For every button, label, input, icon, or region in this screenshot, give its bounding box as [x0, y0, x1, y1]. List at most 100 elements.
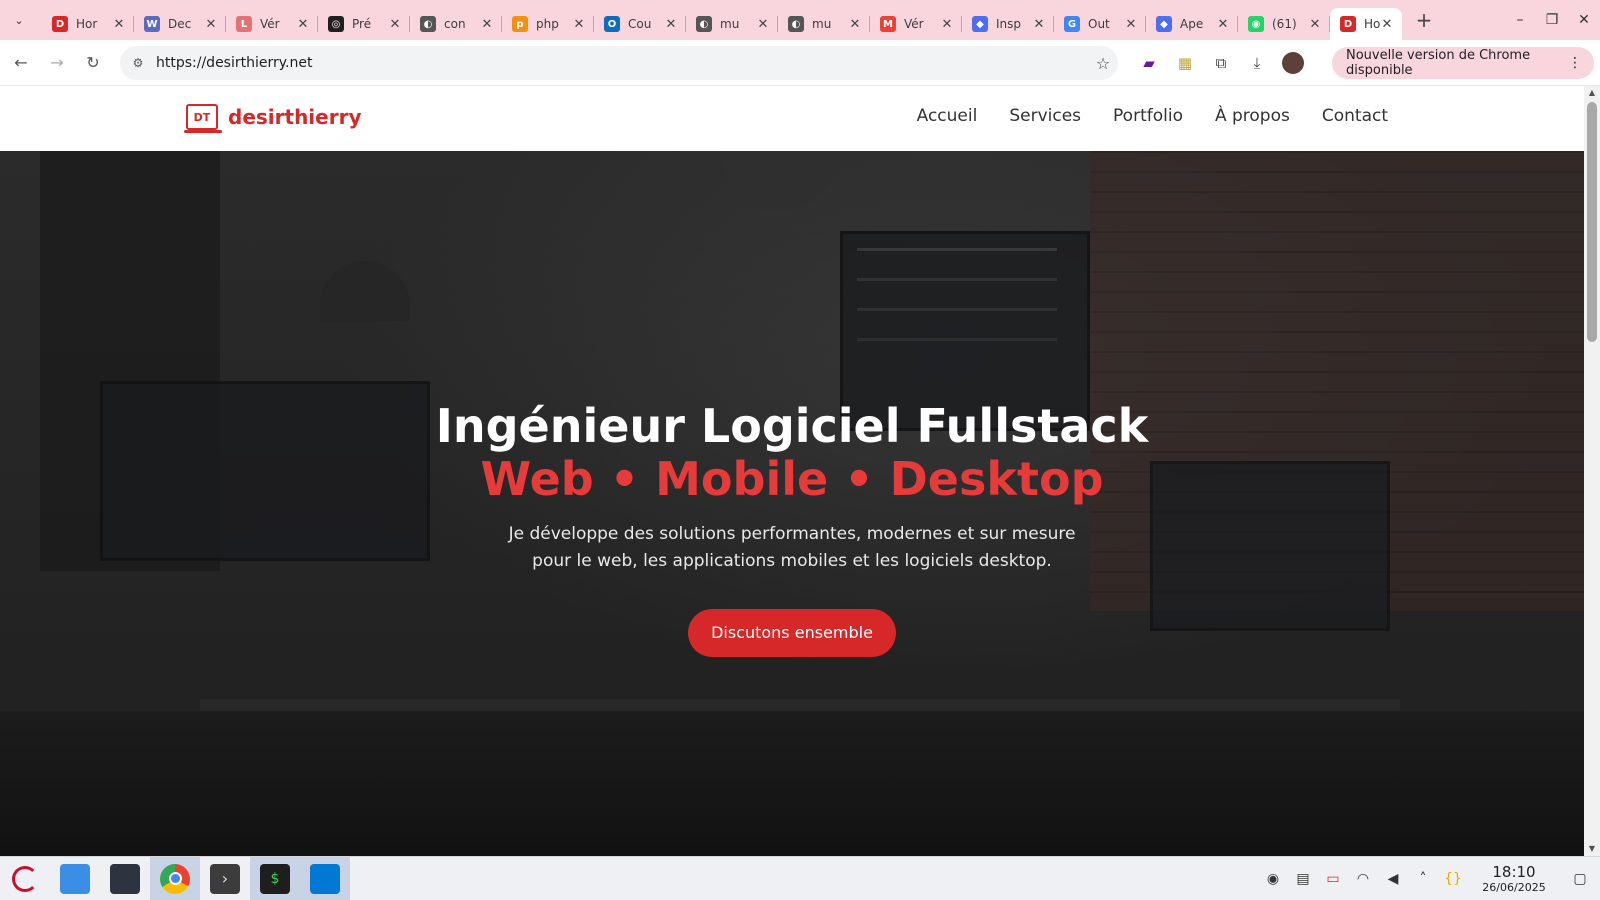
site-settings-icon[interactable]: ⚙	[126, 51, 150, 75]
tab-title: Dec	[168, 17, 192, 31]
browser-tab[interactable]: G Out ✕	[1054, 8, 1146, 40]
nav-link[interactable]: Services	[1009, 106, 1081, 126]
tab-close-icon[interactable]: ✕	[664, 17, 678, 32]
tray-expand-icon[interactable]: ˄	[1408, 871, 1438, 887]
tab-title: Hor	[1364, 17, 1380, 31]
clock[interactable]: 18:10 26/06/2025	[1468, 863, 1560, 895]
scroll-up-arrow-icon[interactable]: ▲	[1584, 86, 1600, 100]
tab-close-icon[interactable]: ✕	[1124, 17, 1138, 32]
terminal-dollar-icon[interactable]: $	[250, 856, 300, 900]
tab-list: D Hor ✕ W Dec ✕ L Vér ✕ ◎ Pré ✕ ◐ con ✕ p php ✕ O Cou ✕ ◐ mu ✕ ◐…	[42, 0, 1402, 40]
tab-close-icon[interactable]: ✕	[848, 17, 862, 32]
hero-bg-lamp	[320, 261, 410, 321]
braces-icon[interactable]: {}	[1438, 871, 1468, 887]
logo-mark-icon: DT	[184, 104, 222, 133]
hero-bg-lamp	[720, 151, 840, 211]
hero-description-line: pour le web, les applications mobiles et…	[532, 551, 1052, 571]
tab-close-icon[interactable]: ✕	[572, 17, 586, 32]
tab-favicon-icon: ◆	[972, 16, 988, 32]
tab-title: mu	[812, 17, 832, 31]
tab-close-icon[interactable]: ✕	[1216, 17, 1230, 32]
hero-description: Je développe des solutions performantes,…	[482, 521, 1102, 575]
restore-icon[interactable]: ❐	[1536, 0, 1568, 40]
site-logo[interactable]: DT desirthierry	[184, 104, 362, 133]
clipboard-icon[interactable]: ▤	[1288, 871, 1318, 887]
hero-title: Ingénieur Logiciel Fullstack	[435, 399, 1149, 453]
tab-close-icon[interactable]: ✕	[296, 17, 310, 32]
nav-link[interactable]: Contact	[1322, 106, 1388, 126]
url-text[interactable]: https://desirthierry.net	[156, 55, 1088, 71]
extensions-puzzle-icon[interactable]: ⧉	[1206, 48, 1236, 78]
reload-icon[interactable]: ↻	[78, 48, 108, 78]
network-status-icon[interactable]: ◉	[1258, 871, 1288, 887]
tab-close-icon[interactable]: ✕	[940, 17, 954, 32]
hero-description-line: Je développe des solutions performantes,…	[508, 524, 1076, 544]
profile-avatar[interactable]	[1282, 52, 1304, 74]
terminal-app-icon[interactable]: ›	[200, 857, 250, 900]
tab-close-icon[interactable]: ✕	[204, 17, 218, 32]
chrome-taskbar-icon[interactable]	[150, 856, 200, 900]
browser-tab[interactable]: DHor✕	[1330, 8, 1402, 40]
settings-app-icon[interactable]	[100, 857, 150, 900]
file-manager-icon[interactable]	[50, 857, 100, 900]
tab-close-icon[interactable]: ✕	[480, 17, 494, 32]
extension-purple-icon[interactable]: ▰	[1134, 48, 1164, 78]
tab-favicon-icon: ◐	[788, 16, 804, 32]
tab-favicon-icon: G	[1064, 16, 1080, 32]
tab-title: Cou	[628, 17, 652, 31]
browser-tab[interactable]: M Vér ✕	[870, 8, 962, 40]
download-icon[interactable]: ⤓	[1242, 48, 1272, 78]
minimize-icon[interactable]: –	[1504, 0, 1536, 40]
tab-favicon-icon: ◎	[328, 16, 344, 32]
extension-grid-icon[interactable]: ▦	[1170, 48, 1200, 78]
hero-subtitle: Web • Mobile • Desktop	[480, 452, 1104, 506]
browser-tab[interactable]: ◉ (61) ✕	[1238, 8, 1330, 40]
browser-tab[interactable]: ◐ mu ✕	[686, 8, 778, 40]
tab-title: Pré	[352, 17, 372, 31]
clock-date: 26/06/2025	[1482, 880, 1546, 894]
nav-link[interactable]: Accueil	[917, 106, 978, 126]
browser-tab[interactable]: p php ✕	[502, 8, 594, 40]
tab-title: Vér	[904, 17, 924, 31]
browser-tab[interactable]: DHor✕	[42, 8, 134, 40]
battery-icon[interactable]: ▭	[1318, 871, 1348, 887]
back-arrow-icon[interactable]: ←	[6, 48, 36, 78]
vscode-icon[interactable]	[300, 856, 350, 900]
browser-tab[interactable]: ◎ Pré ✕	[318, 8, 410, 40]
contact-cta-button[interactable]: Discutons ensemble	[688, 609, 896, 657]
close-window-icon[interactable]: ✕	[1568, 0, 1600, 40]
nav-link[interactable]: À propos	[1215, 106, 1290, 126]
tab-close-icon[interactable]: ✕	[756, 17, 770, 32]
scroll-down-arrow-icon[interactable]: ▼	[1584, 842, 1600, 856]
volume-icon[interactable]: ◀	[1378, 871, 1408, 887]
browser-tab[interactable]: O Cou ✕	[594, 8, 686, 40]
browser-tab[interactable]: ◆ Insp ✕	[962, 8, 1054, 40]
tab-search-chevron-icon[interactable]: ⌄	[6, 7, 32, 33]
tab-title: Insp	[996, 17, 1022, 31]
debian-menu-icon[interactable]	[0, 857, 50, 900]
browser-tab[interactable]: W Dec ✕	[134, 8, 226, 40]
page-scrollbar[interactable]: ▲ ▼	[1584, 86, 1600, 856]
tab-favicon-icon: ◆	[1156, 16, 1172, 32]
tab-close-icon[interactable]: ✕	[112, 17, 126, 32]
browser-tab[interactable]: ◐ con ✕	[410, 8, 502, 40]
bookmark-star-icon[interactable]: ☆	[1088, 54, 1118, 73]
tab-close-icon[interactable]: ✕	[1308, 17, 1322, 32]
forward-arrow-icon[interactable]: →	[42, 48, 72, 78]
show-desktop-icon[interactable]: ▢	[1560, 871, 1600, 887]
nav-link[interactable]: Portfolio	[1113, 106, 1183, 126]
tab-title: Hor	[76, 17, 98, 31]
chrome-update-button[interactable]: Nouvelle version de Chrome disponible ⋮	[1332, 47, 1594, 79]
tab-favicon-icon: M	[880, 16, 896, 32]
new-tab-plus-icon[interactable]: +	[1410, 6, 1438, 34]
tab-close-icon[interactable]: ✕	[1032, 17, 1046, 32]
address-bar[interactable]: ⚙ https://desirthierry.net ☆	[120, 46, 1118, 80]
scrollbar-thumb[interactable]	[1587, 102, 1597, 342]
wifi-icon[interactable]: ◠	[1348, 871, 1378, 887]
browser-tab[interactable]: ◆ Ape ✕	[1146, 8, 1238, 40]
browser-tab[interactable]: L Vér ✕	[226, 8, 318, 40]
browser-tab[interactable]: ◐ mu ✕	[778, 8, 870, 40]
tab-close-icon[interactable]: ✕	[1380, 17, 1394, 32]
tab-close-icon[interactable]: ✕	[388, 17, 402, 32]
menu-dots-icon[interactable]: ⋮	[1568, 55, 1582, 71]
